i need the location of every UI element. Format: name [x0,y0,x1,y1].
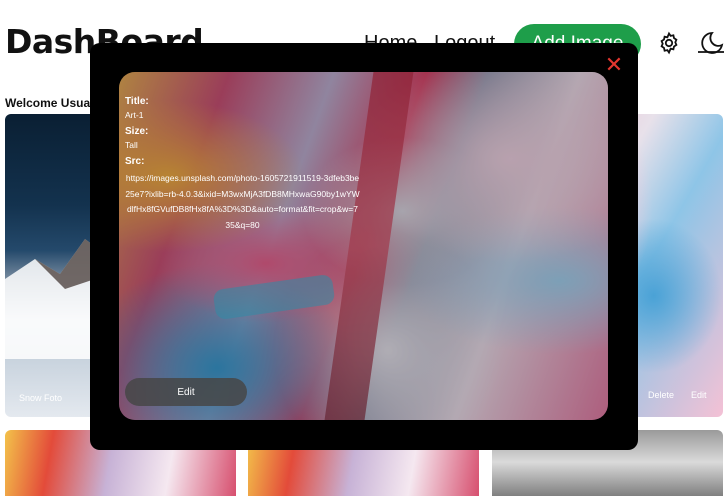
card-label: Snow Foto [19,393,63,403]
close-icon[interactable]: ✕ [603,55,625,77]
size-label: Size: [125,126,149,137]
gear-icon[interactable] [656,30,682,56]
edit-button[interactable]: Edit [125,378,247,406]
src-value: https://images.unsplash.com/photo-160572… [125,173,360,230]
image-info: Title: Art-1 Size: Tall Src: https://ima… [125,92,360,233]
title-value: Art-1 [125,110,144,120]
moon-icon[interactable] [696,30,726,56]
size-value: Tall [125,140,138,150]
src-label: Src: [125,156,145,167]
card-edit-button[interactable]: Edit [691,390,707,400]
welcome-text: Welcome Usua [5,96,91,110]
card-delete-button[interactable]: Delete [648,390,674,400]
title-label: Title: [125,96,149,107]
